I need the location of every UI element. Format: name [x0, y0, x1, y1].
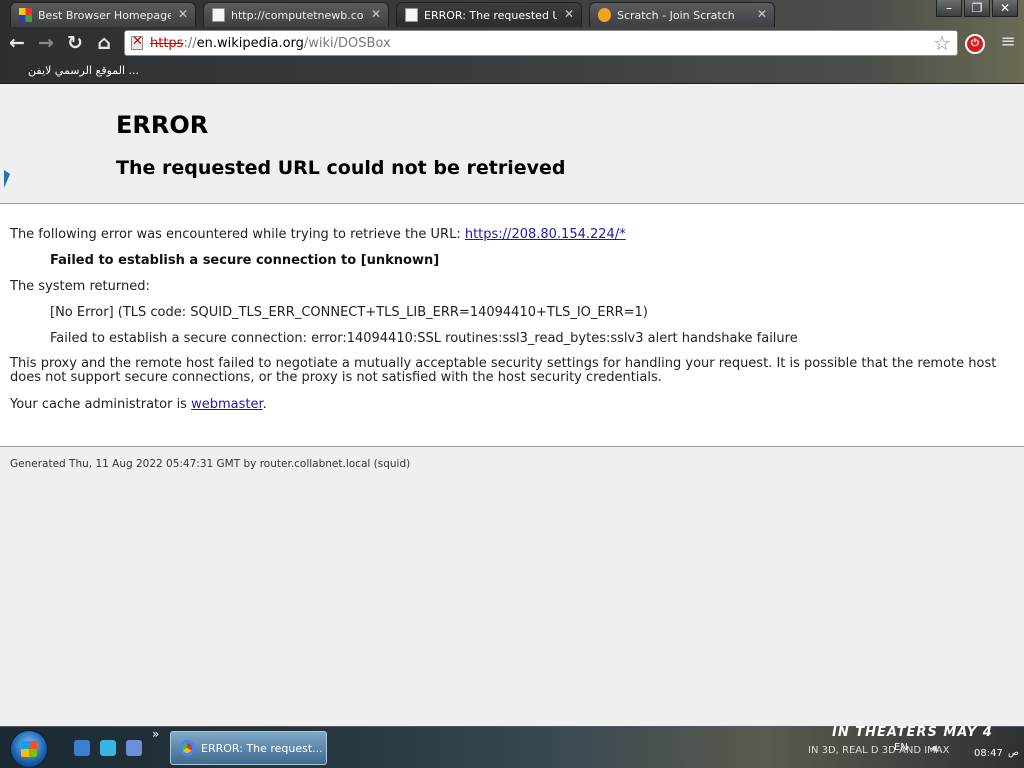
- clock-period: ص: [1008, 748, 1019, 758]
- close-window-icon[interactable]: ✕: [992, 0, 1018, 17]
- error-title-section: ERROR The requested URL could not be ret…: [0, 84, 1024, 204]
- generated-footer: Generated Thu, 11 Aug 2022 05:47:31 GMT …: [10, 458, 411, 470]
- admin-line: Your cache administrator is webmaster.: [10, 397, 267, 412]
- restore-icon[interactable]: ❐: [964, 0, 990, 17]
- error-details: The following error was encountered whil…: [0, 204, 1024, 447]
- proxy-explanation: This proxy and the remote host failed to…: [10, 356, 997, 385]
- wallpaper-text: IN THEATERS MAY 4: [832, 725, 993, 740]
- toolbar: ← → ↻ ⌂ ✕ https :// en.wikipedia.org /wi…: [0, 28, 1024, 58]
- close-tab-icon[interactable]: ✕: [371, 7, 381, 21]
- browser-chrome: Best Browser Homepage, Cu ✕ http://compu…: [0, 0, 1024, 84]
- tab-error[interactable]: ERROR: The requested URL ✕: [396, 2, 582, 27]
- menu-icon[interactable]: ≡: [998, 31, 1018, 53]
- error-intro-text: The following error was encountered whil…: [10, 227, 465, 242]
- tab-best-browser[interactable]: Best Browser Homepage, Cu ✕: [10, 2, 196, 27]
- bookmarks-bar: الموقع الرسمي لايفن ...: [0, 58, 1024, 84]
- quicklaunch-icon[interactable]: [74, 740, 90, 756]
- taskbar-window-title: ERROR: The request...: [201, 741, 323, 755]
- page-icon: [212, 8, 225, 22]
- home-icon[interactable]: ⌂: [92, 31, 116, 55]
- failed-connection-message: Failed to establish a secure connection …: [50, 253, 440, 268]
- grid-icon: [19, 8, 32, 22]
- back-icon[interactable]: ←: [5, 31, 29, 55]
- scratch-icon: [598, 8, 611, 22]
- tab-scratch[interactable]: Scratch - Join Scratch ✕: [589, 2, 775, 27]
- windows-logo-icon: [21, 741, 37, 757]
- tab-computetnewb[interactable]: http://computetnewb.com/ ✕: [203, 2, 389, 27]
- reload-icon[interactable]: ↻: [63, 31, 87, 55]
- quicklaunch-overflow-icon[interactable]: »: [152, 727, 159, 741]
- webmaster-link[interactable]: webmaster: [191, 397, 263, 412]
- clock[interactable]: 08:47: [974, 748, 1003, 759]
- url-scheme: https: [150, 35, 184, 51]
- page-subtitle: The requested URL could not be retrieved: [116, 157, 566, 179]
- broken-lock-icon[interactable]: ✕: [131, 34, 145, 50]
- system-returned-label: The system returned:: [10, 279, 150, 294]
- forward-icon[interactable]: →: [34, 31, 58, 55]
- ie-icon[interactable]: [100, 740, 116, 756]
- error-url-link[interactable]: https://208.80.154.224/*: [465, 227, 626, 242]
- page-content: ERROR The requested URL could not be ret…: [0, 84, 1024, 726]
- tab-strip: Best Browser Homepage, Cu ✕ http://compu…: [0, 0, 1024, 28]
- taskbar: » ERROR: The request... IN THEATERS MAY …: [0, 725, 1024, 768]
- minimize-icon[interactable]: –: [936, 0, 962, 17]
- admin-text: Your cache administrator is: [10, 397, 192, 412]
- start-button[interactable]: [10, 730, 48, 768]
- admin-suffix: .: [262, 397, 267, 412]
- close-tab-icon[interactable]: ✕: [178, 7, 188, 21]
- extension-icon[interactable]: ⏻: [965, 34, 985, 54]
- chrome-icon: [179, 740, 195, 756]
- tab-title: http://computetnewb.com/: [231, 8, 364, 22]
- ssl-error-line: Failed to establish a secure connection:…: [50, 331, 798, 346]
- window-controls: – ❐ ✕: [936, 0, 1018, 17]
- taskbar-chrome-window[interactable]: ERROR: The request...: [170, 731, 327, 765]
- error-intro: The following error was encountered whil…: [10, 227, 626, 242]
- close-tab-icon[interactable]: ✕: [564, 7, 574, 21]
- url-host: en.wikipedia.org: [196, 35, 304, 51]
- close-tab-icon[interactable]: ✕: [757, 7, 767, 21]
- bookmark-star-icon[interactable]: ☆: [933, 32, 951, 54]
- address-bar[interactable]: ✕ https :// en.wikipedia.org /wiki/DOSBo…: [124, 30, 958, 56]
- tls-code-line: [No Error] (TLS code: SQUID_TLS_ERR_CONN…: [50, 305, 648, 320]
- url-separator: ://: [183, 35, 197, 51]
- tab-title: ERROR: The requested URL: [424, 8, 557, 22]
- media-icon[interactable]: [126, 740, 142, 756]
- tray-expand-icon[interactable]: ◀: [930, 744, 937, 754]
- tab-title: Best Browser Homepage, Cu: [38, 8, 171, 22]
- bookmark-item[interactable]: الموقع الرسمي لايفن ...: [28, 64, 139, 77]
- wallpaper-subtext: IN 3D, REAL D 3D AND IMAX: [808, 745, 950, 756]
- page-title: ERROR: [116, 111, 209, 139]
- mouse-cursor-icon: [4, 170, 10, 188]
- tab-title: Scratch - Join Scratch: [617, 8, 735, 22]
- language-indicator[interactable]: EN: [894, 742, 908, 753]
- url-path: /wiki/DOSBox: [303, 35, 391, 51]
- page-icon: [405, 8, 418, 22]
